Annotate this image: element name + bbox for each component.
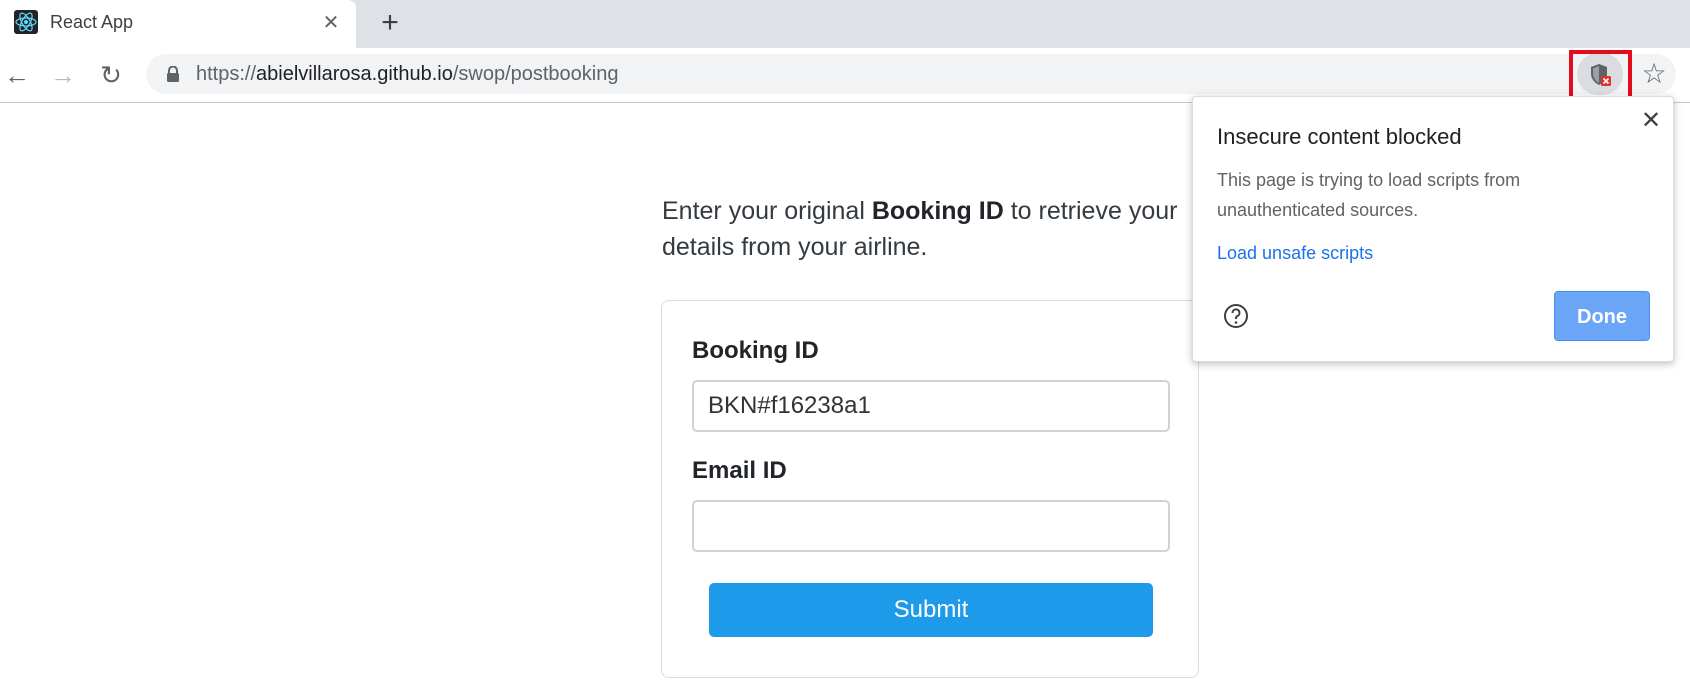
react-logo-icon xyxy=(14,10,38,34)
close-icon[interactable]: ✕ xyxy=(1637,107,1665,135)
browser-toolbar: ← → ↻ https://abielvillarosa.github.io/s… xyxy=(0,48,1690,103)
email-id-input[interactable] xyxy=(692,500,1170,552)
booking-id-label: Booking ID xyxy=(692,337,819,364)
load-unsafe-scripts-link[interactable]: Load unsafe scripts xyxy=(1217,243,1373,264)
reload-icon[interactable]: ↻ xyxy=(94,58,128,92)
popup-description: This page is trying to load scripts from… xyxy=(1217,170,1521,220)
bookmark-star-icon[interactable]: ☆ xyxy=(1636,56,1672,92)
new-tab-icon[interactable]: + xyxy=(376,8,404,38)
submit-button[interactable]: Submit xyxy=(709,583,1153,637)
tab-strip: React App ✕ + xyxy=(0,0,1690,48)
booking-form-card: Booking ID Email ID Submit xyxy=(661,300,1199,678)
tab-title: React App xyxy=(50,12,134,32)
insecure-content-shield-button[interactable] xyxy=(1577,53,1623,95)
intro-text: Enter your original Booking ID to retrie… xyxy=(662,197,1178,261)
close-tab-icon[interactable]: ✕ xyxy=(320,12,342,34)
lock-icon xyxy=(167,66,179,82)
url-text: https://abielvillarosa.github.io/swop/po… xyxy=(196,63,619,85)
email-id-label: Email ID xyxy=(692,457,787,484)
done-button[interactable]: Done xyxy=(1554,291,1650,341)
booking-id-input[interactable] xyxy=(692,380,1170,432)
address-bar[interactable]: https://abielvillarosa.github.io/swop/po… xyxy=(146,54,1676,94)
tab-react-app[interactable]: React App ✕ xyxy=(0,0,356,48)
popup-title: Insecure content blocked xyxy=(1217,124,1462,149)
forward-arrow-icon[interactable]: → xyxy=(46,58,80,92)
insecure-content-popup: Insecure content blocked ✕ This page is … xyxy=(1192,96,1674,362)
help-icon[interactable] xyxy=(1223,303,1249,329)
blocked-shield-icon xyxy=(1591,64,1611,86)
back-arrow-icon[interactable]: ← xyxy=(0,58,34,92)
